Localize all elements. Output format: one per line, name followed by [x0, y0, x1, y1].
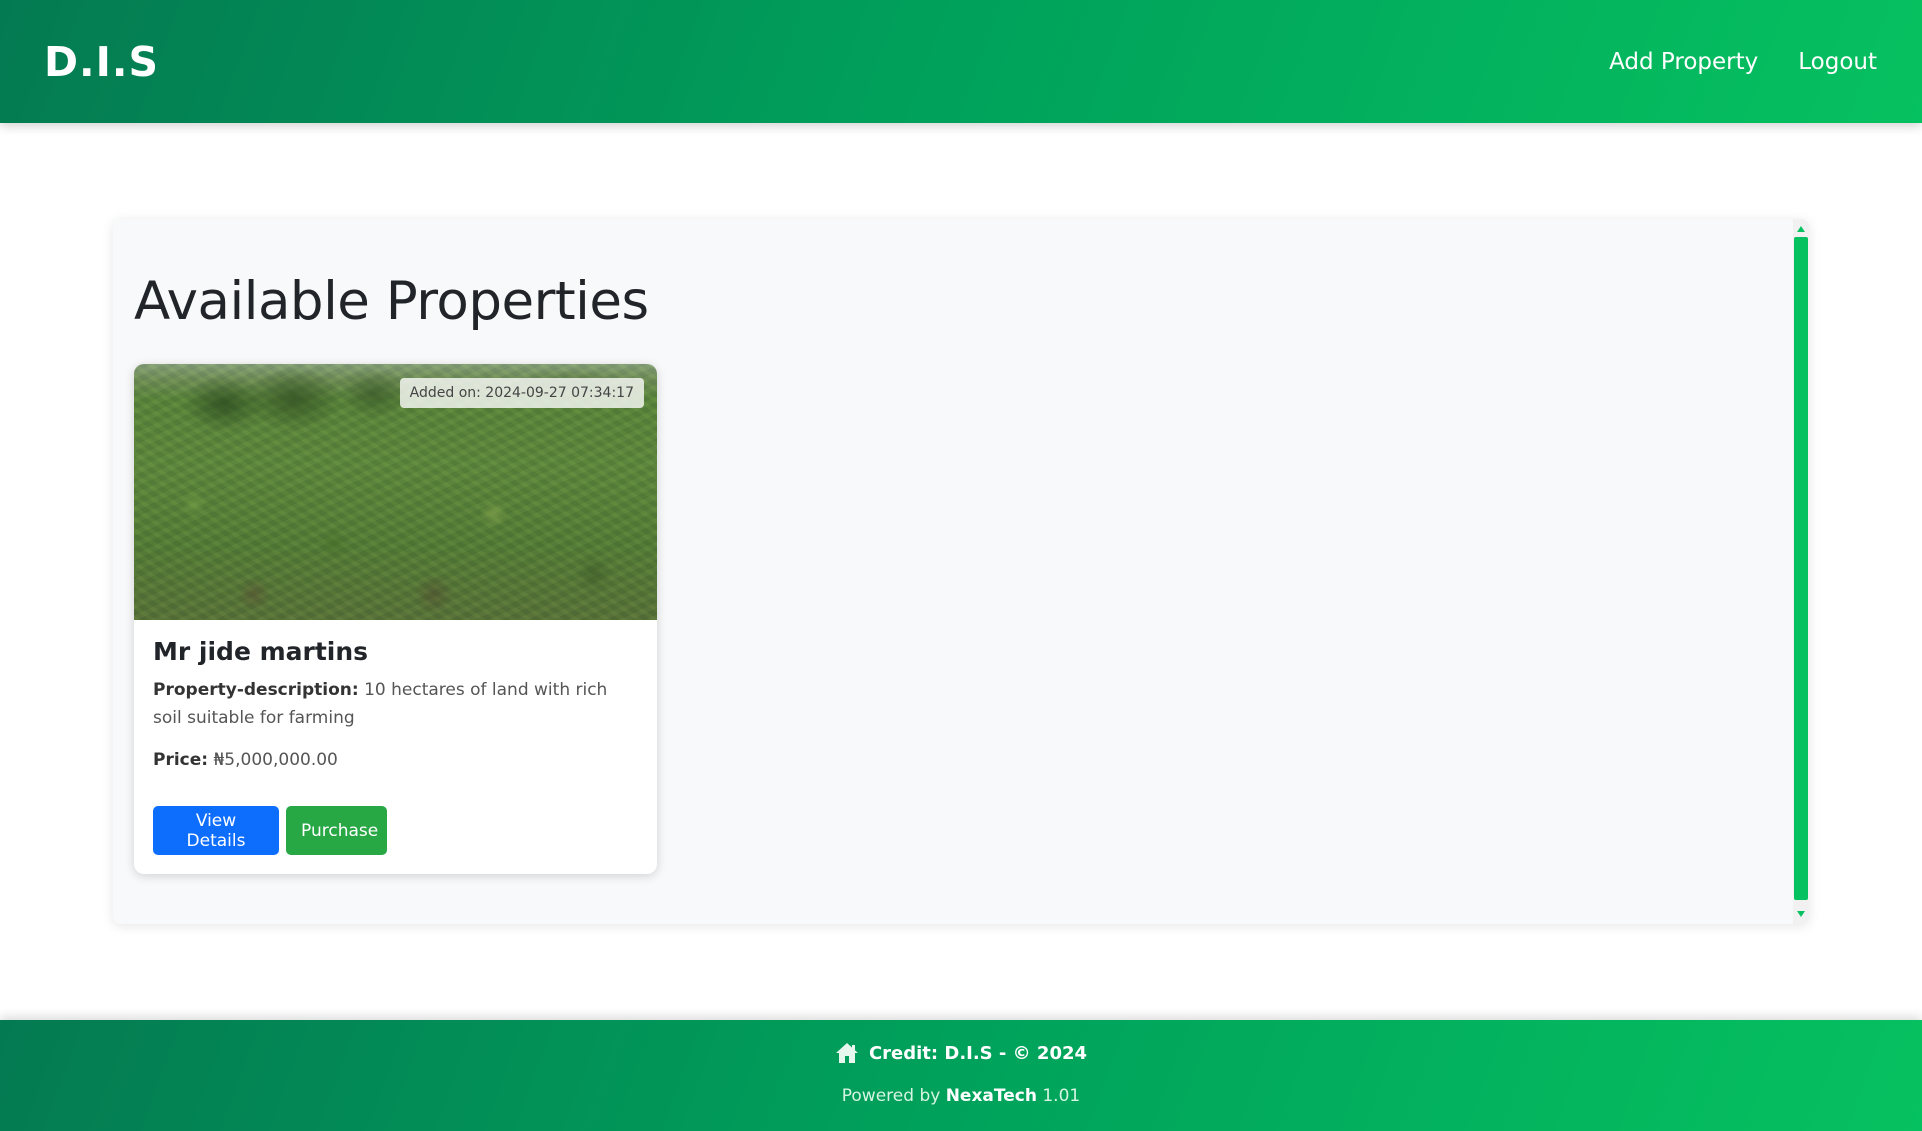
- nav-logout-link[interactable]: Logout: [1798, 49, 1877, 75]
- powered-prefix: Powered by: [841, 1086, 941, 1106]
- property-price: Price: ₦5,000,000.00: [153, 750, 639, 770]
- property-owner-name: Mr jide martins: [153, 637, 369, 666]
- home-icon: [835, 1042, 859, 1064]
- nav-links: Add Property Logout: [1609, 49, 1877, 75]
- purchase-button[interactable]: Purchase: [286, 806, 387, 855]
- price-value: ₦5,000,000.00: [213, 750, 338, 770]
- price-label: Price:: [153, 750, 209, 770]
- powered-brand: NexaTech: [945, 1086, 1037, 1106]
- property-card-body: Mr jide martins Property-description: 10…: [153, 637, 639, 770]
- brand-logo[interactable]: D.I.S: [44, 38, 159, 86]
- nav-add-property-link[interactable]: Add Property: [1609, 49, 1758, 75]
- page-title: Available Properties: [134, 271, 649, 332]
- description-label: Property-description:: [153, 680, 359, 700]
- date-added-badge: Added on: 2024-09-27 07:34:17: [399, 378, 644, 408]
- property-card: Added on: 2024-09-27 07:34:17 Mr jide ma…: [134, 364, 657, 874]
- footer: Credit: D.I.S - © 2024 Powered by NexaTe…: [0, 1020, 1922, 1131]
- scrollbar-thumb[interactable]: [1794, 237, 1808, 900]
- scroll-up-arrow-icon[interactable]: [1797, 226, 1805, 232]
- top-navbar: D.I.S Add Property Logout: [0, 0, 1922, 123]
- powered-by: Powered by NexaTech 1.01: [0, 1086, 1922, 1106]
- scrollbar[interactable]: [1793, 219, 1809, 924]
- card-actions: View Details Purchase: [153, 806, 387, 855]
- footer-credit: Credit: D.I.S - © 2024: [0, 1042, 1922, 1064]
- credit-text: Credit: D.I.S - © 2024: [868, 1042, 1088, 1064]
- properties-container: Available Properties Added on: 2024-09-2…: [113, 219, 1809, 924]
- version-number: 1.01: [1042, 1086, 1081, 1106]
- view-details-button[interactable]: View Details: [153, 806, 279, 855]
- property-description: Property-description: 10 hectares of lan…: [153, 676, 639, 732]
- scroll-down-arrow-icon[interactable]: [1797, 911, 1805, 917]
